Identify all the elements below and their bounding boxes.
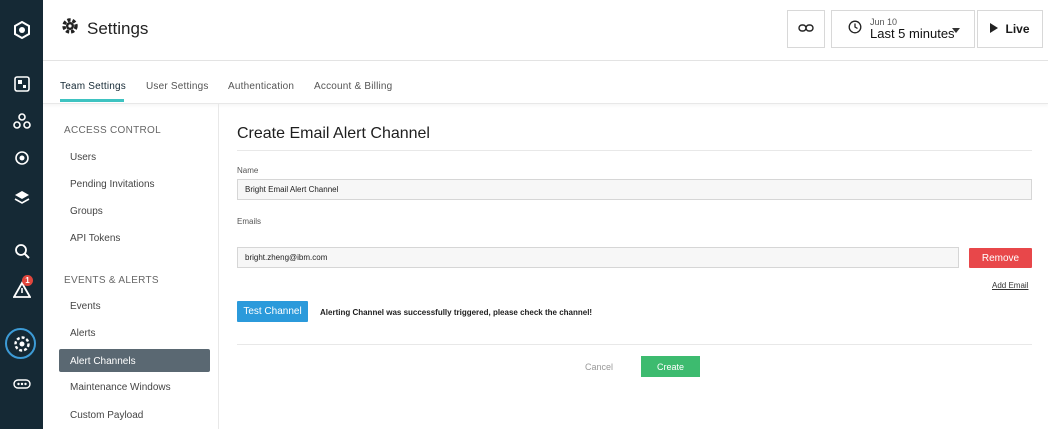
cancel-button[interactable]: Cancel [585,362,613,372]
settings-icon[interactable] [0,330,43,358]
test-channel-button[interactable]: Test Channel [237,301,308,322]
sidebar-item-groups[interactable]: Groups [70,206,103,217]
sidebar-item-users[interactable]: Users [70,152,96,163]
sidebar-item-events[interactable]: Events [70,301,101,312]
dashboard-icon[interactable] [0,70,43,98]
left-rail: 1 [0,0,43,429]
platforms-icon[interactable] [0,184,43,212]
divider [237,150,1032,151]
applications-icon[interactable] [0,144,43,172]
sidebar-item-api-tokens[interactable]: API Tokens [70,233,120,244]
time-range-picker[interactable]: Jun 10 Last 5 minutes [831,10,975,48]
name-label: Name [237,166,259,175]
top-bar: Settings Jun 10 Last 5 minutes Live [43,0,1048,61]
more-icon[interactable] [0,370,43,398]
form-title: Create Email Alert Channel [237,125,430,142]
clock-icon [848,20,862,39]
sidebar-item-alert-channels-label: Alert Channels [70,356,136,367]
settings-tabs: Team Settings User Settings Authenticati… [43,61,1048,104]
events-badge: 1 [22,275,33,286]
sidebar-item-pending-invitations[interactable]: Pending Invitations [70,179,155,190]
emails-label: Emails [237,217,262,226]
play-icon [990,22,999,36]
infrastructure-icon[interactable] [0,107,43,135]
chevron-down-icon [952,28,960,33]
tab-authentication[interactable]: Authentication [228,81,294,92]
link-icon [798,20,814,38]
tab-user-settings[interactable]: User Settings [146,81,209,92]
gear-icon [61,17,79,40]
settings-sidebar: ACCESS CONTROL Users Pending Invitations… [43,104,219,429]
copy-link-button[interactable] [787,10,825,48]
page-title-text: Settings [87,18,149,38]
tab-team-settings[interactable]: Team Settings [60,81,126,92]
name-field[interactable] [237,179,1032,200]
create-button[interactable]: Create [641,356,700,377]
active-tab-indicator [60,99,124,102]
section-heading-events-alerts: EVENTS & ALERTS [64,275,159,286]
section-heading-access-control: ACCESS CONTROL [64,125,161,136]
email-field[interactable] [237,247,959,268]
live-label: Live [1005,22,1030,36]
remove-email-button[interactable]: Remove [969,248,1032,268]
live-button[interactable]: Live [977,10,1043,48]
instana-logo-icon[interactable] [0,16,43,44]
page-title: Settings [61,17,148,40]
time-range: Last 5 minutes [870,26,955,41]
divider [237,344,1032,345]
success-message: Alerting Channel was successfully trigge… [320,308,593,317]
sidebar-item-custom-payload[interactable]: Custom Payload [70,410,143,421]
sidebar-item-maintenance-windows[interactable]: Maintenance Windows [70,382,171,393]
sidebar-item-alerts[interactable]: Alerts [70,328,96,339]
tab-account-billing[interactable]: Account & Billing [314,81,392,92]
add-email-link[interactable]: Add Email [992,281,1028,290]
analyze-icon[interactable] [0,237,43,265]
